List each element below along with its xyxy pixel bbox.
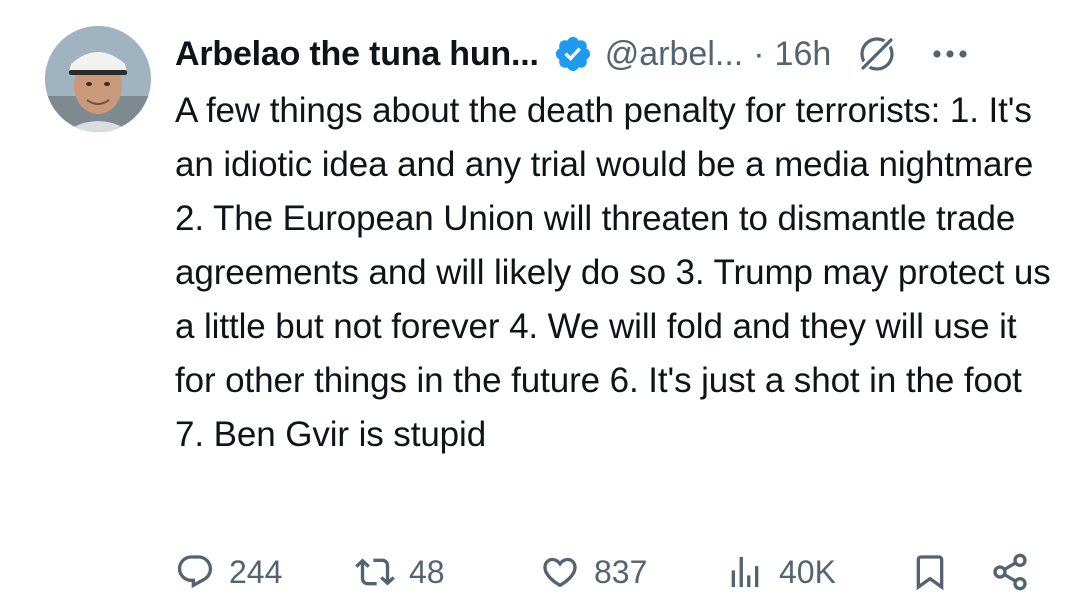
tweet-text: A few things about the death penalty for… [175,91,1051,454]
author-handle[interactable]: @arbel... [605,35,743,74]
share-icon [993,553,1027,591]
like-button[interactable]: 837 [540,546,647,598]
grok-icon[interactable] [855,32,899,76]
reply-button[interactable]: 244 [175,546,282,598]
views-count: 40K [779,553,836,590]
share-button[interactable] [990,546,1030,598]
views-icon [731,557,759,587]
tweet[interactable]: Arbelao the tuna hun... @arbel... · 16h … [0,0,1080,611]
avatar[interactable] [45,26,151,132]
reply-icon [177,555,213,589]
reply-count: 244 [229,553,283,590]
repost-count: 48 [409,553,445,590]
repost-icon [355,558,395,586]
like-count: 837 [594,553,648,590]
bookmark-icon [916,555,944,591]
separator-dot: · [753,34,765,73]
more-icon[interactable] [929,33,971,75]
verified-badge-icon [555,36,590,72]
timestamp[interactable]: 16h [775,35,832,74]
avatar-image [45,26,151,132]
tweet-header: Arbelao the tuna hun... @arbel... · 16h [175,26,1055,82]
repost-button[interactable]: 48 [355,546,445,598]
views-button[interactable]: 40K [725,546,836,598]
display-name[interactable]: Arbelao the tuna hun... [175,35,539,74]
heart-icon [543,557,577,588]
tweet-actions: 244 48 837 40K [175,546,1055,598]
bookmark-button[interactable] [910,546,950,598]
